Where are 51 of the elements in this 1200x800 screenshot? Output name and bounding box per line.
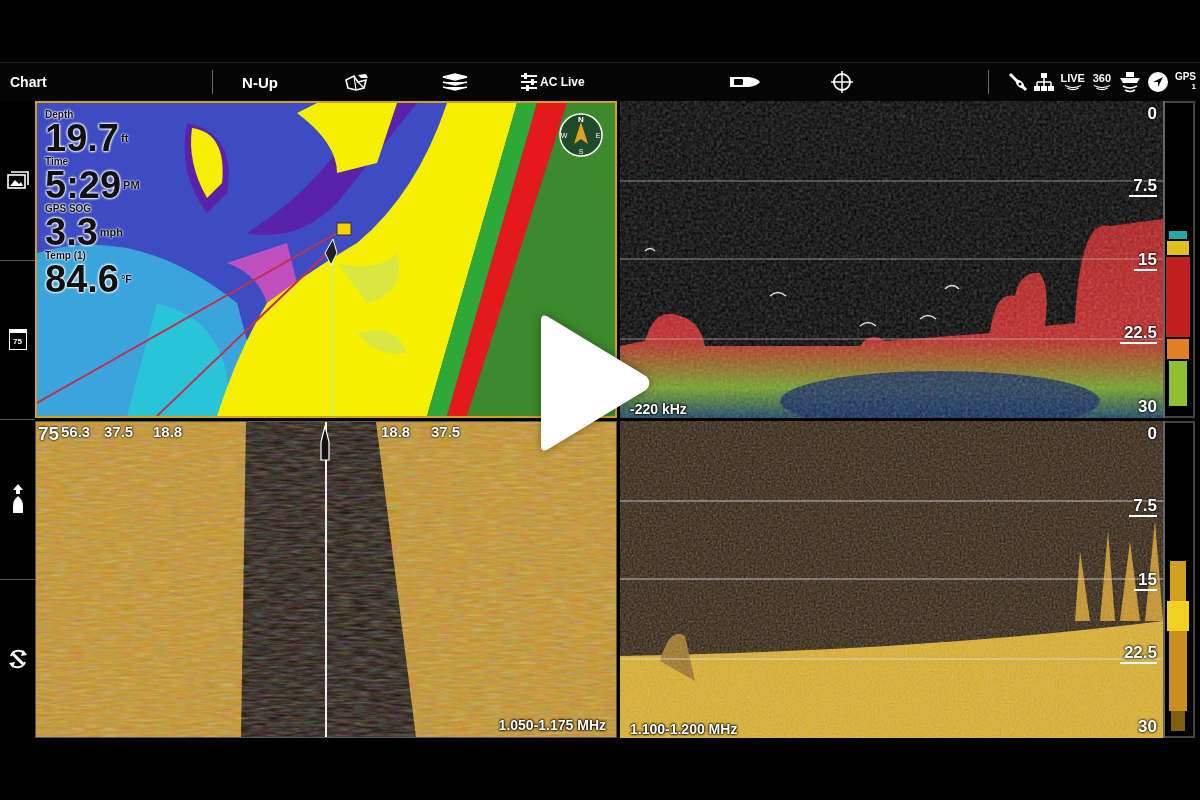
frequency-label: -220 kHz	[630, 401, 687, 417]
picture-icon[interactable]	[6, 171, 29, 190]
range-label: 18.8	[153, 423, 183, 440]
readout-label: GPS SOG	[45, 203, 92, 214]
ac-live-button[interactable]: AC Live	[503, 73, 700, 91]
range-label: 37.5	[104, 423, 134, 440]
readout-unit: mph	[99, 225, 124, 240]
chart-map-icon[interactable]	[344, 72, 370, 92]
depth-scale-label: 7.5	[1129, 176, 1157, 197]
boat-sonar-icon[interactable]	[1118, 71, 1141, 93]
readout-unit: PM	[123, 178, 140, 193]
readout-unit: ft	[120, 131, 129, 146]
live-sonar-button[interactable]: LIVE	[1060, 72, 1085, 92]
readout-value: 3.3	[45, 214, 98, 250]
360-sonar-button[interactable]: 360	[1090, 72, 1113, 92]
sliders-icon	[521, 73, 537, 91]
readout-label: Time	[45, 156, 69, 167]
range-label: 56.3	[61, 423, 91, 440]
depth-scale-label: 30	[1137, 718, 1157, 736]
readout-value: 84.6	[45, 261, 119, 297]
boat-icon[interactable]	[729, 75, 761, 89]
gauge-button[interactable]: 75	[8, 329, 27, 351]
depth-scale-label: 7.5	[1129, 496, 1157, 517]
depth-scale-label: 22.5	[1119, 644, 1157, 665]
trolling-motor-icon[interactable]	[1008, 72, 1029, 92]
range-label: 37.5	[431, 423, 461, 440]
depth-scale-label: 15	[1134, 250, 1157, 271]
boat-arrow-icon[interactable]	[10, 484, 25, 515]
readout-unit: °F	[120, 272, 133, 287]
depth-scale-label: 15	[1134, 570, 1157, 591]
readout-value: 19.7	[45, 120, 119, 156]
gps-status[interactable]: GPS 1	[1174, 72, 1196, 92]
ac-live-label: AC Live	[540, 75, 585, 89]
frequency-label: 1.100-1.200 MHz	[630, 721, 738, 737]
orientation-button[interactable]: N-Up	[242, 73, 278, 91]
crosshair-icon[interactable]	[831, 71, 853, 93]
readout-label: Depth	[45, 109, 74, 120]
page-title: Chart	[9, 74, 48, 90]
depth-scale-label: 22.5	[1119, 324, 1157, 345]
readout-label: Temp (1)	[45, 250, 86, 261]
network-icon[interactable]	[1034, 72, 1055, 92]
range-label: 18.8	[381, 423, 411, 440]
depth-scale-label: 0	[1146, 425, 1157, 443]
range-label: 75	[38, 423, 60, 445]
navigation-icon[interactable]	[1146, 71, 1169, 93]
frequency-label: 1.050-1.175 MHz	[498, 717, 606, 733]
rotate-icon[interactable]	[6, 647, 29, 670]
readout-value: 5:29	[45, 167, 122, 203]
depth-scale-label: 30	[1137, 398, 1157, 416]
depth-scale-label: 0	[1146, 105, 1157, 123]
layers-icon[interactable]	[442, 73, 468, 91]
